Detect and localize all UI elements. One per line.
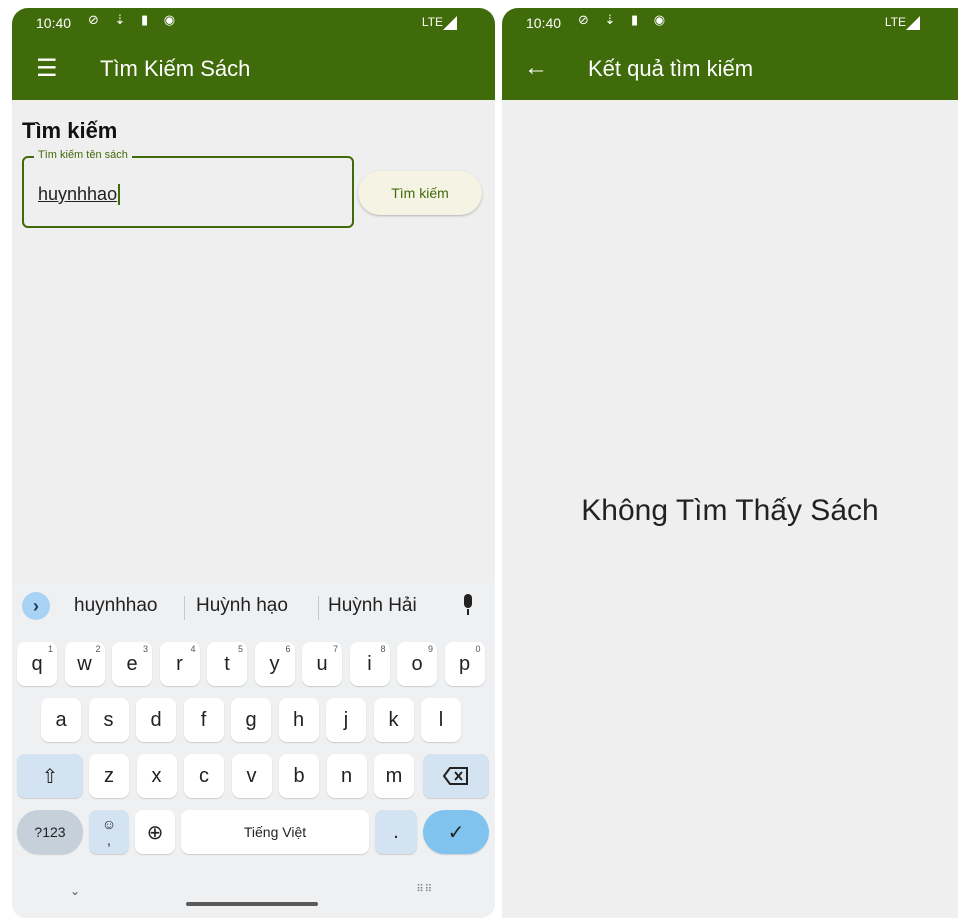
results-screen: 10:40 ⊘ ⇣ ▮ ◉ LTE ← Kết quả tìm kiếm Khô…	[502, 8, 958, 918]
space-key[interactable]: Tiếng Việt	[181, 810, 369, 854]
key-label: t	[224, 652, 230, 675]
page-title: Kết quả tìm kiếm	[588, 56, 754, 81]
key-w[interactable]: w2	[64, 642, 105, 686]
search-screen: 10:40 ⊘ ⇣ ▮ ◉ LTE ☰ Tìm Kiếm Sách Tìm ki…	[12, 8, 495, 918]
key-f[interactable]: f	[183, 698, 224, 742]
search-input-label: Tìm kiếm tên sách	[34, 149, 132, 161]
key-hint: 9	[427, 644, 433, 654]
keyboard-switch-icon[interactable]: ⠿⠿	[416, 884, 433, 895]
key-i[interactable]: i8	[349, 642, 390, 686]
hide-keyboard-icon[interactable]: ⌄	[70, 884, 80, 898]
key-n[interactable]: n	[326, 754, 367, 798]
shift-key[interactable]: ⇧	[17, 754, 83, 798]
key-j[interactable]: j	[326, 698, 366, 742]
period-key[interactable]: .	[375, 810, 417, 854]
key-label: e	[126, 652, 138, 675]
status-icons: ⊘ ⇣ ▮ ◉	[88, 12, 182, 27]
key-a[interactable]: a	[41, 698, 81, 742]
key-y[interactable]: y6	[254, 642, 295, 686]
app-bar: 10:40 ⊘ ⇣ ▮ ◉ LTE ☰ Tìm Kiếm Sách	[12, 8, 495, 100]
key-c[interactable]: c	[184, 754, 224, 798]
key-hint: 1	[47, 644, 53, 654]
status-bar: 10:40 ⊘ ⇣ ▮ ◉ LTE	[12, 8, 495, 36]
microphone-icon[interactable]	[463, 594, 473, 616]
network-label: LTE	[421, 15, 443, 29]
suggestion-strip: › huynhhao Huỳnh hạo Huỳnh Hải	[12, 588, 495, 624]
status-time: 10:40	[36, 15, 72, 31]
key-k[interactable]: k	[373, 698, 414, 742]
key-t[interactable]: t5	[207, 642, 247, 686]
signal-icon	[906, 16, 920, 30]
suggestion-3[interactable]: Huỳnh Hải	[328, 595, 417, 617]
emoji-icon: ☺	[101, 816, 117, 832]
backspace-key[interactable]	[423, 754, 489, 798]
key-l[interactable]: l	[421, 698, 461, 742]
key-q[interactable]: q1	[17, 642, 57, 686]
key-x[interactable]: x	[136, 754, 177, 798]
key-p[interactable]: p0	[444, 642, 485, 686]
key-label: q	[31, 652, 43, 675]
suggestion-1[interactable]: huynhhao	[74, 595, 157, 617]
key-hint: 2	[95, 644, 101, 654]
status-bar: 10:40 ⊘ ⇣ ▮ ◉ LTE	[502, 8, 958, 36]
home-handle[interactable]	[186, 902, 318, 906]
key-o[interactable]: o9	[397, 642, 437, 686]
key-label: y	[269, 652, 280, 675]
key-label: u	[316, 652, 328, 675]
search-input-value[interactable]: huynhhao	[38, 184, 121, 205]
key-hint: 8	[380, 644, 386, 654]
page-title: Tìm Kiếm Sách	[100, 56, 251, 81]
key-label: p	[458, 652, 471, 675]
search-button[interactable]: Tìm kiếm	[358, 171, 482, 215]
key-u[interactable]: u7	[302, 642, 342, 686]
search-input[interactable]: Tìm kiếm tên sách huynhhao	[22, 149, 354, 228]
soft-keyboard: › huynhhao Huỳnh hạo Huỳnh Hải q1w2e3r4t…	[12, 580, 495, 918]
back-arrow-icon[interactable]: ←	[524, 54, 548, 82]
status-time: 10:40	[526, 15, 562, 31]
suggestion-divider	[318, 596, 319, 620]
network-label: LTE	[884, 15, 906, 29]
key-hint: 3	[142, 644, 148, 654]
key-s[interactable]: s	[88, 698, 129, 742]
key-z[interactable]: z	[89, 754, 129, 798]
app-bar: 10:40 ⊘ ⇣ ▮ ◉ LTE ← Kết quả tìm kiếm	[502, 8, 958, 100]
section-heading: Tìm kiếm	[22, 118, 118, 143]
key-g[interactable]: g	[231, 698, 271, 742]
key-d[interactable]: d	[136, 698, 176, 742]
emoji-key[interactable]: ☺ ,	[89, 810, 129, 854]
suggestion-divider	[184, 596, 185, 620]
key-b[interactable]: b	[279, 754, 319, 798]
key-hint: 7	[332, 644, 338, 654]
navigation-bar: ⌄ ⠿⠿	[12, 878, 495, 918]
key-r[interactable]: r4	[159, 642, 200, 686]
key-label: i	[367, 652, 372, 675]
signal-icon	[443, 16, 457, 30]
enter-key[interactable]: ✓	[423, 810, 489, 854]
globe-key[interactable]: ⊕	[135, 810, 175, 854]
key-label: w	[77, 652, 92, 675]
key-h[interactable]: h	[278, 698, 319, 742]
expand-suggestions-icon[interactable]: ›	[22, 592, 50, 620]
key-label: r	[176, 652, 183, 675]
key-m[interactable]: m	[374, 754, 414, 798]
key-e[interactable]: e3	[112, 642, 152, 686]
menu-icon[interactable]: ☰	[36, 54, 58, 83]
empty-state-message: Không Tìm Thấy Sách	[581, 494, 879, 527]
key-label: o	[411, 652, 423, 675]
key-v[interactable]: v	[231, 754, 272, 798]
status-icons: ⊘ ⇣ ▮ ◉	[578, 12, 672, 27]
suggestion-2[interactable]: Huỳnh hạo	[196, 595, 288, 617]
numbers-key[interactable]: ?123	[17, 810, 83, 854]
key-hint: 6	[285, 644, 291, 654]
comma-label: ,	[107, 832, 111, 848]
key-hint: 5	[237, 644, 243, 654]
backspace-icon	[443, 767, 468, 785]
key-hint: 4	[190, 644, 196, 654]
key-hint: 0	[475, 644, 481, 654]
